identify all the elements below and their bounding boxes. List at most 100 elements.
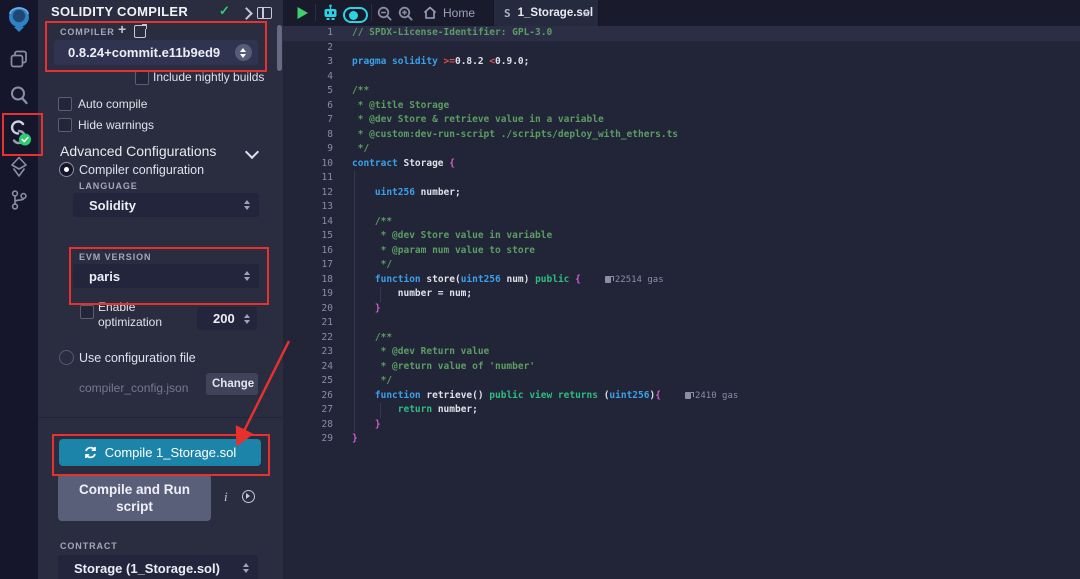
close-tab-icon[interactable]: × — [582, 6, 590, 21]
toolbar-separator — [315, 4, 316, 21]
advanced-configurations-heading[interactable]: Advanced Configurations — [60, 143, 216, 159]
search-icon[interactable] — [0, 85, 38, 106]
info-icon[interactable]: i — [224, 489, 228, 505]
compile-button-label: Compile 1_Storage.sol — [105, 445, 237, 460]
file-tab-label: 1_Storage.sol — [511, 7, 593, 19]
use-configuration-file-radio[interactable] — [59, 350, 74, 365]
line-number: 26 — [283, 389, 333, 404]
line-number: 24 — [283, 360, 333, 375]
auto-compile-checkbox[interactable] — [58, 97, 72, 111]
enable-optimization-checkbox[interactable] — [80, 305, 94, 319]
line-number: 3 — [283, 55, 333, 70]
code-line: 1// SPDX-License-Identifier: GPL-3.0 — [283, 26, 1080, 41]
line-number: 1 — [283, 26, 333, 41]
panel-scrollbar-thumb[interactable] — [277, 25, 282, 71]
line-number: 6 — [283, 99, 333, 114]
line-number: 9 — [283, 142, 333, 157]
compile-success-check-icon: ✓ — [219, 3, 230, 19]
hide-warnings-checkbox[interactable] — [58, 118, 72, 132]
line-number: 14 — [283, 215, 333, 230]
contract-value: Storage (1_Storage.sol) — [58, 561, 220, 576]
code-line: 10contract Storage { — [283, 157, 1080, 172]
code-line: 11 — [283, 171, 1080, 186]
line-number: 23 — [283, 345, 333, 360]
activity-bar — [0, 0, 38, 579]
compiler-section-label: COMPILER — [60, 27, 115, 37]
remix-logo-icon[interactable] — [0, 5, 38, 33]
contract-select[interactable]: Storage (1_Storage.sol) — [58, 555, 258, 579]
line-number: 12 — [283, 186, 333, 201]
line-number: 5 — [283, 84, 333, 99]
code-line: 18 function store(uint256 num) public {2… — [283, 273, 1080, 288]
code-line: 8 * @custom:dev-run-script ./scripts/dep… — [283, 128, 1080, 143]
zoom-out-icon[interactable] — [377, 6, 392, 26]
hide-warnings-label: Hide warnings — [78, 118, 154, 132]
line-number: 8 — [283, 128, 333, 143]
line-number: 11 — [283, 171, 333, 186]
chevron-down-icon[interactable] — [245, 145, 259, 159]
code-line: 29} — [283, 432, 1080, 447]
solidity-file-icon: S — [494, 7, 511, 20]
code-lines: 1// SPDX-License-Identifier: GPL-3.023pr… — [283, 26, 1080, 447]
gas-pump-icon — [685, 392, 691, 399]
code-line: 26 function retrieve() public view retur… — [283, 389, 1080, 404]
code-line: 16 * @param num value to store — [283, 244, 1080, 259]
line-number: 27 — [283, 403, 333, 418]
line-number: 29 — [283, 432, 333, 447]
ai-assistant-robot-icon[interactable] — [322, 4, 339, 26]
home-tab-label: Home — [443, 6, 475, 20]
optimization-runs-value: 200 — [197, 311, 235, 326]
evm-version-select[interactable]: paris — [73, 264, 259, 288]
file-explorer-icon[interactable] — [0, 49, 38, 69]
code-line: 6 * @title Storage — [283, 99, 1080, 114]
code-line: 15 * @dev Store value in variable — [283, 229, 1080, 244]
gas-estimate-badge: 22514 gas — [605, 275, 664, 285]
code-line: 5/** — [283, 84, 1080, 99]
compile-and-run-button[interactable]: Compile and Run script — [58, 474, 211, 521]
code-line: 21 — [283, 316, 1080, 331]
code-line: 12 uint256 number; — [283, 186, 1080, 201]
script-copy-icon[interactable] — [242, 490, 255, 503]
line-number: 25 — [283, 374, 333, 389]
tab-1-storage-sol[interactable]: S 1_Storage.sol × — [493, 0, 599, 26]
code-line: 9 */ — [283, 142, 1080, 157]
language-select[interactable]: Solidity — [73, 193, 259, 217]
code-line: 14 /** — [283, 215, 1080, 230]
git-icon[interactable] — [0, 189, 38, 211]
add-compiler-icon[interactable]: + — [118, 21, 126, 37]
code-line: 27 return number; — [283, 403, 1080, 418]
compiler-version-select[interactable]: 0.8.24+commit.e11b9ed9 — [54, 40, 258, 65]
line-number: 21 — [283, 316, 333, 331]
solidity-compiler-icon[interactable] — [0, 119, 38, 147]
ai-toggle-switch[interactable] — [343, 7, 368, 23]
zoom-in-icon[interactable] — [398, 6, 413, 26]
include-nightly-checkbox[interactable] — [135, 71, 149, 85]
change-config-button[interactable]: Change — [206, 373, 258, 395]
compiler-version-value: 0.8.24+commit.e11b9ed9 — [54, 45, 220, 60]
line-number: 18 — [283, 273, 333, 288]
remix-ide-window: SOLIDITY COMPILER ✓ COMPILER + 0.8.24+co… — [0, 0, 1080, 579]
run-script-play-icon[interactable] — [296, 6, 309, 25]
language-label: LANGUAGE — [79, 181, 138, 191]
line-number: 19 — [283, 287, 333, 302]
line-number: 16 — [283, 244, 333, 259]
open-compiler-file-icon[interactable] — [134, 25, 146, 38]
compiler-configuration-label: Compiler configuration — [79, 163, 204, 177]
chevron-right-icon[interactable] — [240, 7, 253, 20]
home-icon — [423, 6, 437, 19]
compiler-configuration-radio[interactable] — [59, 162, 74, 177]
code-line: 4 — [283, 70, 1080, 85]
evm-version-label: EVM VERSION — [79, 252, 151, 262]
line-number: 13 — [283, 200, 333, 215]
version-stepper-icon[interactable] — [235, 44, 252, 61]
toolbar-separator — [371, 4, 372, 21]
enable-optimization-label: Enable optimization — [98, 300, 182, 330]
code-line: 24 * @return value of 'number' — [283, 360, 1080, 375]
pin-panel-icon[interactable] — [257, 7, 272, 19]
code-line: 7 * @dev Store & retrieve value in a var… — [283, 113, 1080, 128]
optimization-runs-input[interactable]: 200 — [197, 307, 257, 330]
deploy-run-icon[interactable] — [0, 156, 38, 178]
compile-button[interactable]: Compile 1_Storage.sol — [59, 439, 261, 466]
code-editor[interactable]: 1// SPDX-License-Identifier: GPL-3.023pr… — [283, 26, 1080, 579]
code-line: 13 — [283, 200, 1080, 215]
